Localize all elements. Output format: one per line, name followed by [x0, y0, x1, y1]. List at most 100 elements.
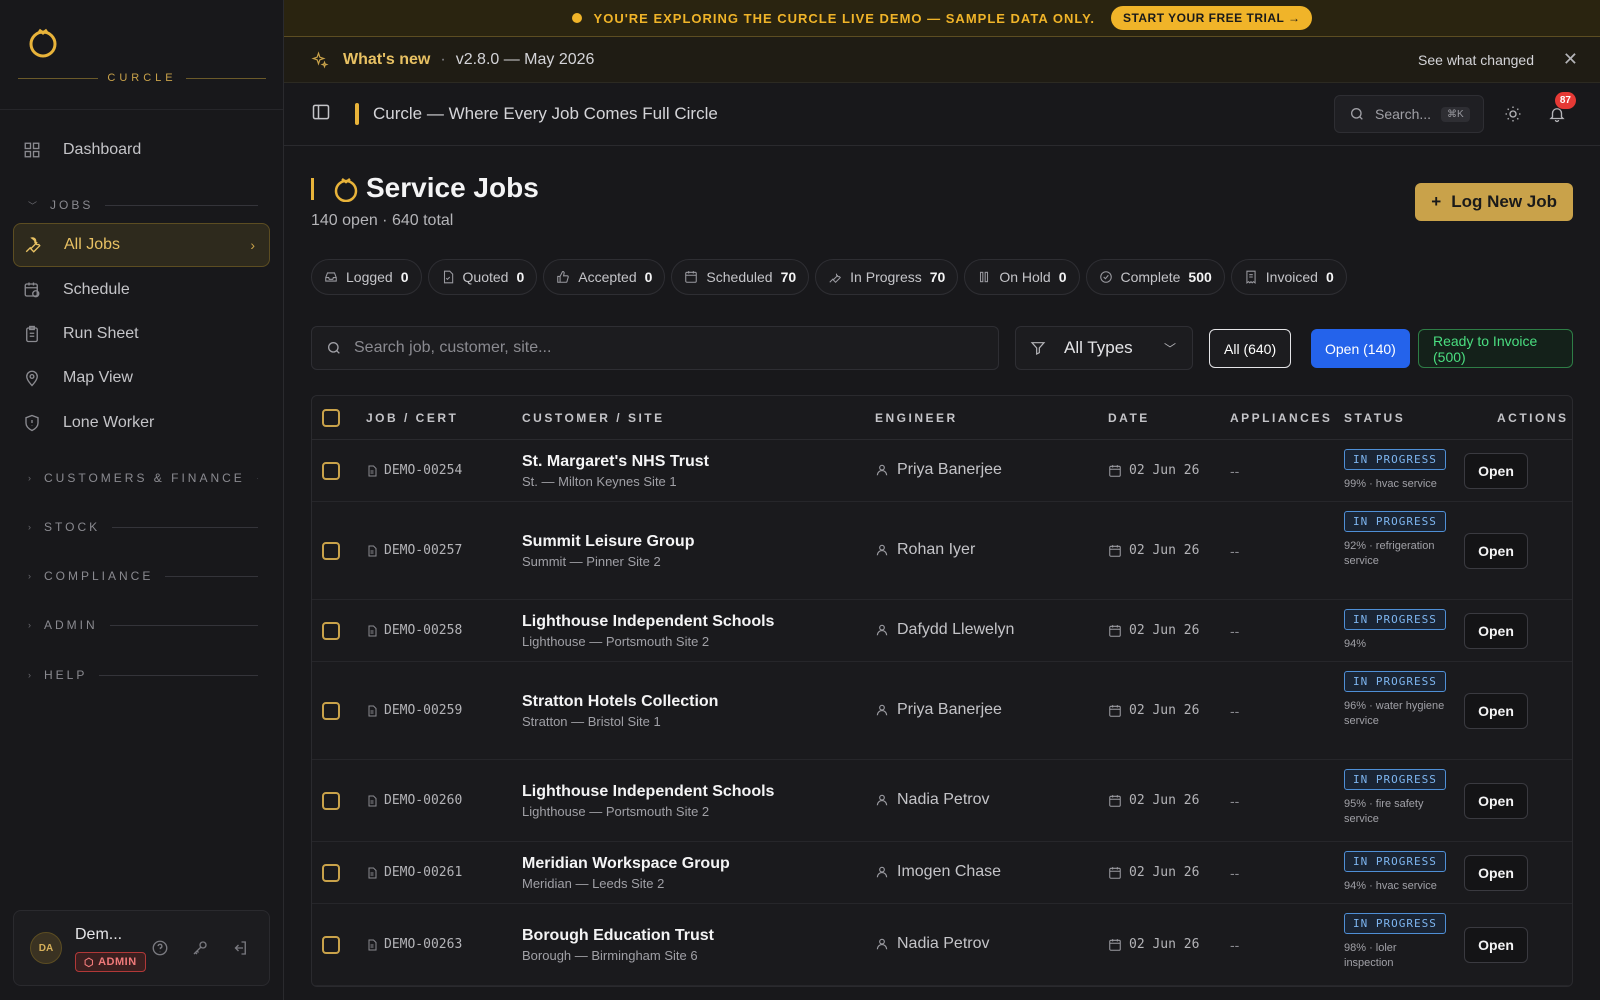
brand-name: CURCLE	[107, 72, 177, 84]
separator: ·	[440, 50, 446, 68]
row-checkbox[interactable]	[322, 864, 340, 882]
sidebar-toggle-button[interactable]	[311, 102, 331, 127]
section-help[interactable]: › HELP	[28, 668, 258, 682]
table-row[interactable]: DEMO-00263 Borough Education Trust Boroug…	[312, 904, 1572, 986]
sidebar-item-schedule[interactable]: Schedule	[13, 268, 270, 312]
job-id[interactable]: DEMO-00258	[366, 623, 462, 638]
chip-complete[interactable]: Complete 500	[1085, 259, 1225, 295]
logout-icon[interactable]	[231, 939, 249, 957]
customer-cell[interactable]: Stratton Hotels Collection Stratton — Bri…	[522, 693, 718, 729]
select-all-checkbox[interactable]	[322, 409, 340, 427]
chip-accepted[interactable]: Accepted 0	[543, 259, 666, 295]
status-cell: IN PROGRESS 94%	[1344, 609, 1448, 652]
avatar[interactable]: DA	[30, 932, 62, 964]
table-row[interactable]: DEMO-00254 St. Margaret's NHS Trust St. —…	[312, 440, 1572, 502]
status-cell: IN PROGRESS 99% · hvac service	[1344, 449, 1448, 492]
chip-quoted[interactable]: Quoted 0	[427, 259, 538, 295]
user-name: Dem...	[75, 926, 123, 943]
open-job-button[interactable]: Open	[1464, 855, 1528, 891]
grid-icon	[24, 142, 40, 158]
theme-toggle-button[interactable]	[1504, 105, 1522, 128]
topbar: Curcle — Where Every Job Comes Full Circ…	[284, 83, 1600, 146]
job-id[interactable]: DEMO-00260	[366, 793, 462, 808]
job-search-input[interactable]: Search job, customer, site...	[311, 326, 999, 370]
version-text: v2.8.0 — May 2026	[455, 50, 595, 68]
sidebar-item-lone-worker[interactable]: Lone Worker	[13, 401, 270, 445]
job-id[interactable]: DEMO-00261	[366, 865, 462, 880]
open-job-button[interactable]: Open	[1464, 533, 1528, 569]
table-row[interactable]: DEMO-00258 Lighthouse Independent School…	[312, 600, 1572, 662]
section-stock[interactable]: › STOCK	[28, 520, 258, 534]
table-row[interactable]: DEMO-00261 Meridian Workspace Group Merid…	[312, 842, 1572, 904]
user-icon	[876, 938, 888, 950]
user-icon	[876, 704, 888, 716]
customer-cell[interactable]: Lighthouse Independent Schools Lighthouse…	[522, 783, 774, 819]
row-checkbox[interactable]	[322, 936, 340, 954]
row-checkbox[interactable]	[322, 542, 340, 560]
customer-cell[interactable]: Borough Education Trust Borough — Birming…	[522, 927, 714, 963]
type-select[interactable]: All Types ﹀	[1015, 326, 1193, 370]
sidebar-item-run-sheet[interactable]: Run Sheet	[13, 312, 270, 356]
filter-all-button[interactable]: All (640)	[1209, 329, 1292, 368]
table-row[interactable]: DEMO-00257 Summit Leisure Group Summit — …	[312, 502, 1572, 600]
calendar-icon	[1109, 704, 1121, 717]
customer-cell[interactable]: Lighthouse Independent Schools Lighthouse…	[522, 613, 774, 649]
engineer-cell: Priya Banerjee	[875, 701, 1002, 719]
section-customers-finance[interactable]: › CUSTOMERS & FINANCE	[28, 471, 258, 485]
filter-open-button[interactable]: Open (140)	[1311, 329, 1410, 368]
job-id[interactable]: DEMO-00254	[366, 463, 462, 478]
job-id[interactable]: DEMO-00257	[366, 543, 462, 558]
user-icon	[876, 866, 888, 878]
filter-ready-to-invoice-button[interactable]: Ready to Invoice (500)	[1418, 329, 1573, 368]
job-id[interactable]: DEMO-00259	[366, 703, 462, 718]
row-checkbox[interactable]	[322, 702, 340, 720]
row-checkbox[interactable]	[322, 792, 340, 810]
start-trial-button[interactable]: START YOUR FREE TRIAL →	[1110, 6, 1313, 30]
notifications-button[interactable]: 87	[1548, 92, 1576, 128]
log-new-job-button[interactable]: + Log New Job	[1415, 183, 1573, 221]
open-job-button[interactable]: Open	[1464, 453, 1528, 489]
status-badge: IN PROGRESS	[1344, 449, 1446, 470]
status-badge: IN PROGRESS	[1344, 671, 1446, 692]
section-compliance[interactable]: › COMPLIANCE	[28, 569, 258, 583]
customer-cell[interactable]: Meridian Workspace Group Meridian — Leeds…	[522, 855, 730, 891]
page-subtitle: 140 open · 640 total	[311, 212, 454, 229]
open-job-button[interactable]: Open	[1464, 927, 1528, 963]
row-checkbox[interactable]	[322, 462, 340, 480]
open-job-button[interactable]: Open	[1464, 783, 1528, 819]
table-row[interactable]: DEMO-00260 Lighthouse Independent School…	[312, 760, 1572, 842]
curcle-logo-icon[interactable]	[28, 26, 58, 58]
user-card: DA Dem... ⬡ ADMIN	[13, 910, 270, 986]
page-header: Service Jobs 140 open · 640 total + Log N…	[311, 146, 1573, 236]
chip-logged[interactable]: Logged 0	[311, 259, 422, 295]
user-icon	[876, 624, 888, 636]
calendar-icon	[1109, 794, 1121, 807]
section-jobs[interactable]: ﹀ JOBS	[28, 198, 258, 212]
help-icon[interactable]	[151, 939, 169, 957]
customer-cell[interactable]: Summit Leisure Group Summit — Pinner Site…	[522, 533, 694, 569]
table-row[interactable]: DEMO-00259 Stratton Hotels Collection Str…	[312, 662, 1572, 760]
global-search[interactable]: Search... ⌘K	[1334, 95, 1484, 133]
chip-in-progress[interactable]: In Progress 70	[815, 259, 959, 295]
key-icon[interactable]	[191, 939, 209, 957]
customer-cell[interactable]: St. Margaret's NHS Trust St. — Milton Key…	[522, 453, 709, 489]
chip-on-hold[interactable]: On Hold 0	[964, 259, 1080, 295]
see-what-changed-link[interactable]: See what changed	[1418, 52, 1534, 68]
open-job-button[interactable]: Open	[1464, 693, 1528, 729]
close-icon[interactable]: ✕	[1563, 49, 1578, 70]
role-badge: ⬡ ADMIN	[75, 952, 146, 972]
content: Service Jobs 140 open · 640 total + Log N…	[311, 146, 1573, 987]
sidebar-item-dashboard[interactable]: Dashboard	[13, 128, 270, 172]
file-icon	[368, 625, 377, 636]
clipboard-icon	[26, 325, 38, 343]
section-admin[interactable]: › ADMIN	[28, 618, 258, 632]
open-job-button[interactable]: Open	[1464, 613, 1528, 649]
calendar-icon	[1109, 866, 1121, 879]
sidebar-item-map-view[interactable]: Map View	[13, 356, 270, 400]
sidebar-item-all-jobs[interactable]: All Jobs ›	[13, 223, 270, 267]
chip-invoiced[interactable]: Invoiced 0	[1230, 259, 1347, 295]
job-id[interactable]: DEMO-00263	[366, 937, 462, 952]
chip-scheduled[interactable]: Scheduled 70	[671, 259, 810, 295]
status-detail: 98% · loler inspection	[1344, 942, 1397, 969]
row-checkbox[interactable]	[322, 622, 340, 640]
